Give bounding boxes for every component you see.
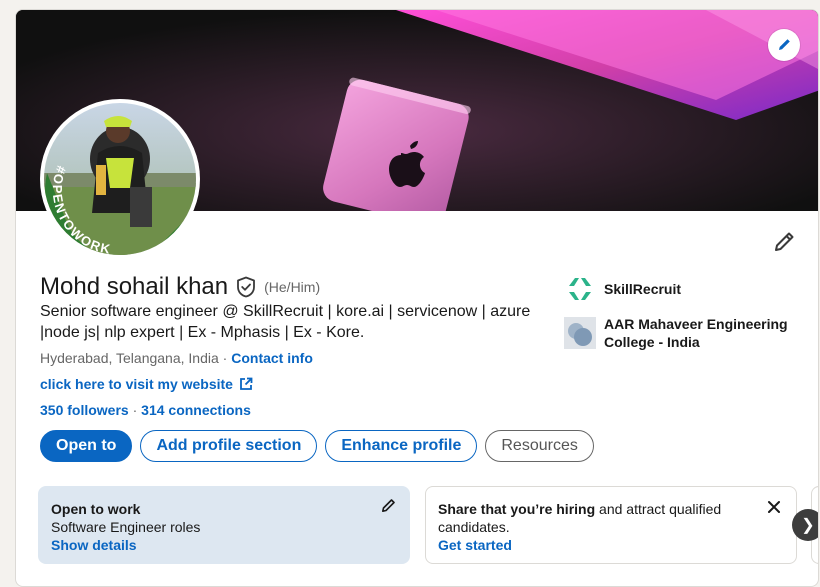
- connections-link[interactable]: 314 connections: [141, 402, 251, 418]
- profile-headline: Senior software engineer @ SkillRecruit …: [40, 303, 531, 341]
- location-row: Hyderabad, Telangana, India · Contact in…: [40, 350, 313, 366]
- experience-name: AAR Mahaveer Engineering College - India: [604, 316, 788, 350]
- experience-name: SkillRecruit: [604, 281, 682, 297]
- open-to-work-title: Open to work: [51, 501, 141, 517]
- get-started-link[interactable]: Get started: [438, 536, 784, 554]
- enhance-profile-button[interactable]: Enhance profile: [325, 430, 478, 462]
- pencil-icon: [775, 232, 794, 251]
- experience-item-college[interactable]: AAR Mahaveer Engineering College - India: [564, 315, 804, 351]
- profile-card: #OPENTOWORK Mohd sohail khan (He/Him) Se…: [15, 9, 819, 587]
- add-profile-section-button[interactable]: Add profile section: [140, 430, 318, 462]
- profile-name: Mohd sohail khan: [40, 273, 229, 300]
- pronouns: (He/Him): [264, 279, 321, 295]
- hiring-text: Share that you’re hiring and attract qua…: [438, 500, 748, 536]
- open-to-work-badge: #OPENTOWORK: [50, 164, 113, 255]
- chevron-right-icon[interactable]: ❯: [792, 509, 818, 541]
- pencil-icon[interactable]: [380, 498, 396, 514]
- website-link[interactable]: click here to visit my website: [40, 376, 253, 392]
- skillrecruit-logo-icon: [564, 273, 596, 305]
- edit-intro-button[interactable]: [772, 230, 796, 254]
- location: Hyderabad, Telangana, India: [40, 350, 219, 366]
- open-to-button[interactable]: Open to: [40, 430, 133, 462]
- hiring-text-bold: Share that you’re hiring: [438, 501, 596, 517]
- experience-summary: SkillRecruit AAR Mahaveer Engineering Co…: [564, 273, 804, 361]
- stats-separator: ·: [128, 402, 142, 418]
- external-link-icon: [240, 377, 253, 390]
- followers-link[interactable]: 350 followers: [40, 402, 129, 418]
- svg-text:#OPENTOWORK: #OPENTOWORK: [50, 164, 113, 255]
- network-stats: 350 followers · 314 connections: [40, 402, 251, 418]
- name-row: Mohd sohail khan (He/Him): [40, 273, 320, 301]
- resources-button[interactable]: Resources: [485, 430, 594, 462]
- experience-item-skillrecruit[interactable]: SkillRecruit: [564, 273, 804, 305]
- avatar-photo: #OPENTOWORK: [44, 103, 196, 255]
- website-label: click here to visit my website: [40, 376, 233, 392]
- open-to-work-roles: Software Engineer roles: [51, 519, 201, 535]
- college-logo-icon: [564, 317, 596, 349]
- pencil-icon: [779, 39, 790, 50]
- profile-actions: Open to Add profile section Enhance prof…: [40, 430, 594, 462]
- close-icon[interactable]: [766, 499, 782, 515]
- avatar[interactable]: #OPENTOWORK: [40, 99, 200, 259]
- edit-cover-button[interactable]: [768, 29, 800, 61]
- verified-shield-icon[interactable]: [236, 276, 256, 298]
- location-separator: ·: [218, 350, 232, 366]
- show-details-link[interactable]: Show details: [51, 536, 397, 554]
- open-to-work-badge-text: #OPENTOWORK: [50, 164, 111, 255]
- contact-info-link[interactable]: Contact info: [231, 350, 313, 366]
- hiring-card: Share that you’re hiring and attract qua…: [425, 486, 797, 564]
- open-to-work-card[interactable]: Open to work Software Engineer roles Sho…: [38, 486, 410, 564]
